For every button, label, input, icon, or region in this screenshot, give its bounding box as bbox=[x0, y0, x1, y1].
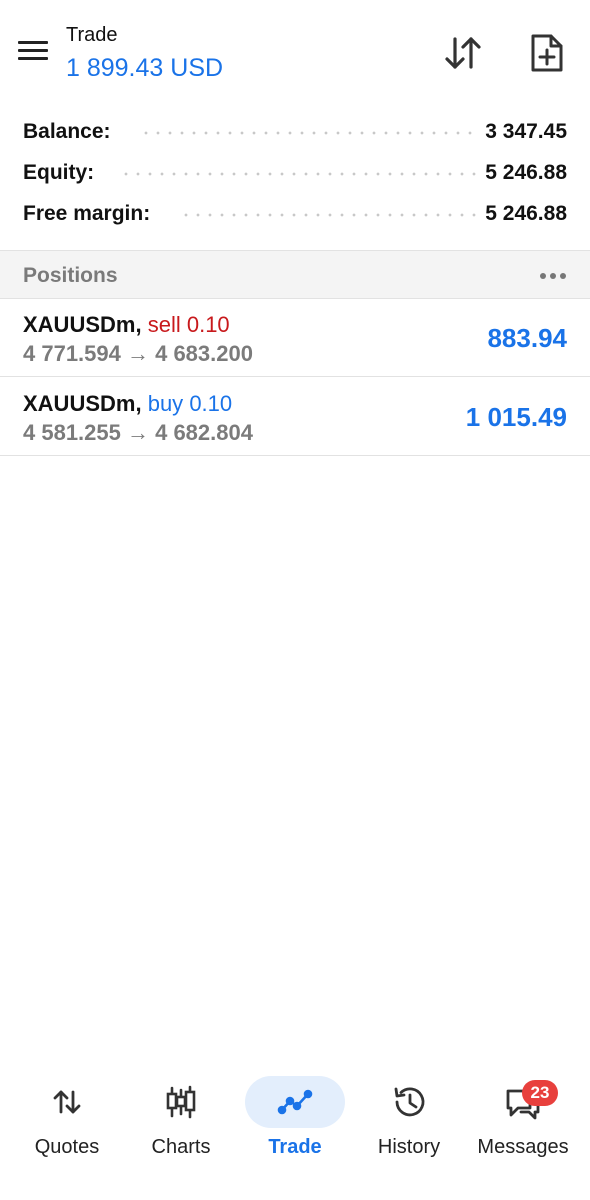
history-clock-icon bbox=[389, 1082, 429, 1122]
position-symbol: XAUUSDm, bbox=[23, 391, 142, 416]
position-title: XAUUSDm, sell 0.10 bbox=[23, 311, 230, 339]
title-block: Trade 1 899.43 USD bbox=[66, 22, 223, 84]
position-title: XAUUSDm, buy 0.10 bbox=[23, 390, 232, 418]
menu-icon[interactable] bbox=[14, 38, 52, 68]
equity-row: Equity: 5 246.88 bbox=[0, 153, 590, 194]
more-options-icon[interactable] bbox=[538, 265, 568, 285]
nav-messages[interactable]: Messages bbox=[464, 1068, 582, 1178]
position-row[interactable]: XAUUSDm, buy 0.10 4 581.255 → 4 682.804 … bbox=[0, 378, 590, 456]
messages-badge: 23 bbox=[522, 1080, 558, 1106]
position-row[interactable]: XAUUSDm, sell 0.10 4 771.594 → 4 683.200… bbox=[0, 299, 590, 377]
position-volume: 0.10 bbox=[186, 312, 230, 337]
balance-value: 3 347.45 bbox=[479, 120, 567, 144]
page-title: Trade bbox=[66, 24, 118, 46]
position-symbol: XAUUSDm, bbox=[23, 312, 142, 337]
sort-arrows-icon[interactable] bbox=[440, 30, 486, 76]
new-order-icon[interactable] bbox=[524, 30, 570, 76]
position-profit: 883.94 bbox=[487, 323, 567, 353]
position-prices: 4 581.255 → 4 682.804 bbox=[23, 420, 253, 445]
app-screen: Trade 1 899.43 USD Balance: 3 347.45 Equ… bbox=[0, 0, 590, 1200]
quotes-arrows-icon bbox=[47, 1082, 87, 1122]
free-margin-row: Free margin: 5 246.88 bbox=[0, 194, 590, 235]
nav-history[interactable]: History bbox=[350, 1068, 468, 1178]
top-bar: Trade 1 899.43 USD bbox=[0, 0, 590, 106]
position-volume: 0.10 bbox=[189, 391, 233, 416]
nav-label: Messages bbox=[477, 1136, 569, 1158]
account-summary: Balance: 3 347.45 Equity: 5 246.88 Free … bbox=[0, 112, 590, 235]
bottom-navigation: Quotes Charts Trade History Messages bbox=[0, 1068, 590, 1178]
nav-label: Trade bbox=[268, 1136, 322, 1158]
nav-quotes[interactable]: Quotes bbox=[8, 1068, 126, 1178]
nav-trade[interactable]: Trade bbox=[236, 1068, 354, 1178]
free-margin-value: 5 246.88 bbox=[479, 202, 567, 226]
account-balance-display: 1 899.43 USD bbox=[66, 54, 224, 82]
equity-value: 5 246.88 bbox=[479, 161, 567, 185]
balance-label: Balance: bbox=[23, 120, 117, 144]
position-side: sell bbox=[147, 312, 181, 337]
dotted-leader bbox=[140, 131, 500, 135]
nav-label: Quotes bbox=[34, 1136, 100, 1158]
positions-header: Positions bbox=[0, 250, 590, 299]
equity-label: Equity: bbox=[23, 161, 101, 185]
positions-title: Positions bbox=[23, 264, 118, 287]
balance-row: Balance: 3 347.45 bbox=[0, 112, 590, 153]
free-margin-label: Free margin: bbox=[23, 202, 157, 226]
dotted-leader bbox=[120, 172, 500, 176]
dotted-leader bbox=[180, 213, 500, 217]
candlestick-icon bbox=[161, 1082, 201, 1122]
nav-label: Charts bbox=[151, 1136, 211, 1158]
trade-line-icon bbox=[275, 1082, 315, 1122]
nav-charts[interactable]: Charts bbox=[122, 1068, 240, 1178]
position-side: buy bbox=[147, 391, 184, 416]
position-prices: 4 771.594 → 4 683.200 bbox=[23, 341, 253, 366]
nav-label: History bbox=[377, 1136, 441, 1158]
position-profit: 1 015.49 bbox=[465, 402, 567, 432]
